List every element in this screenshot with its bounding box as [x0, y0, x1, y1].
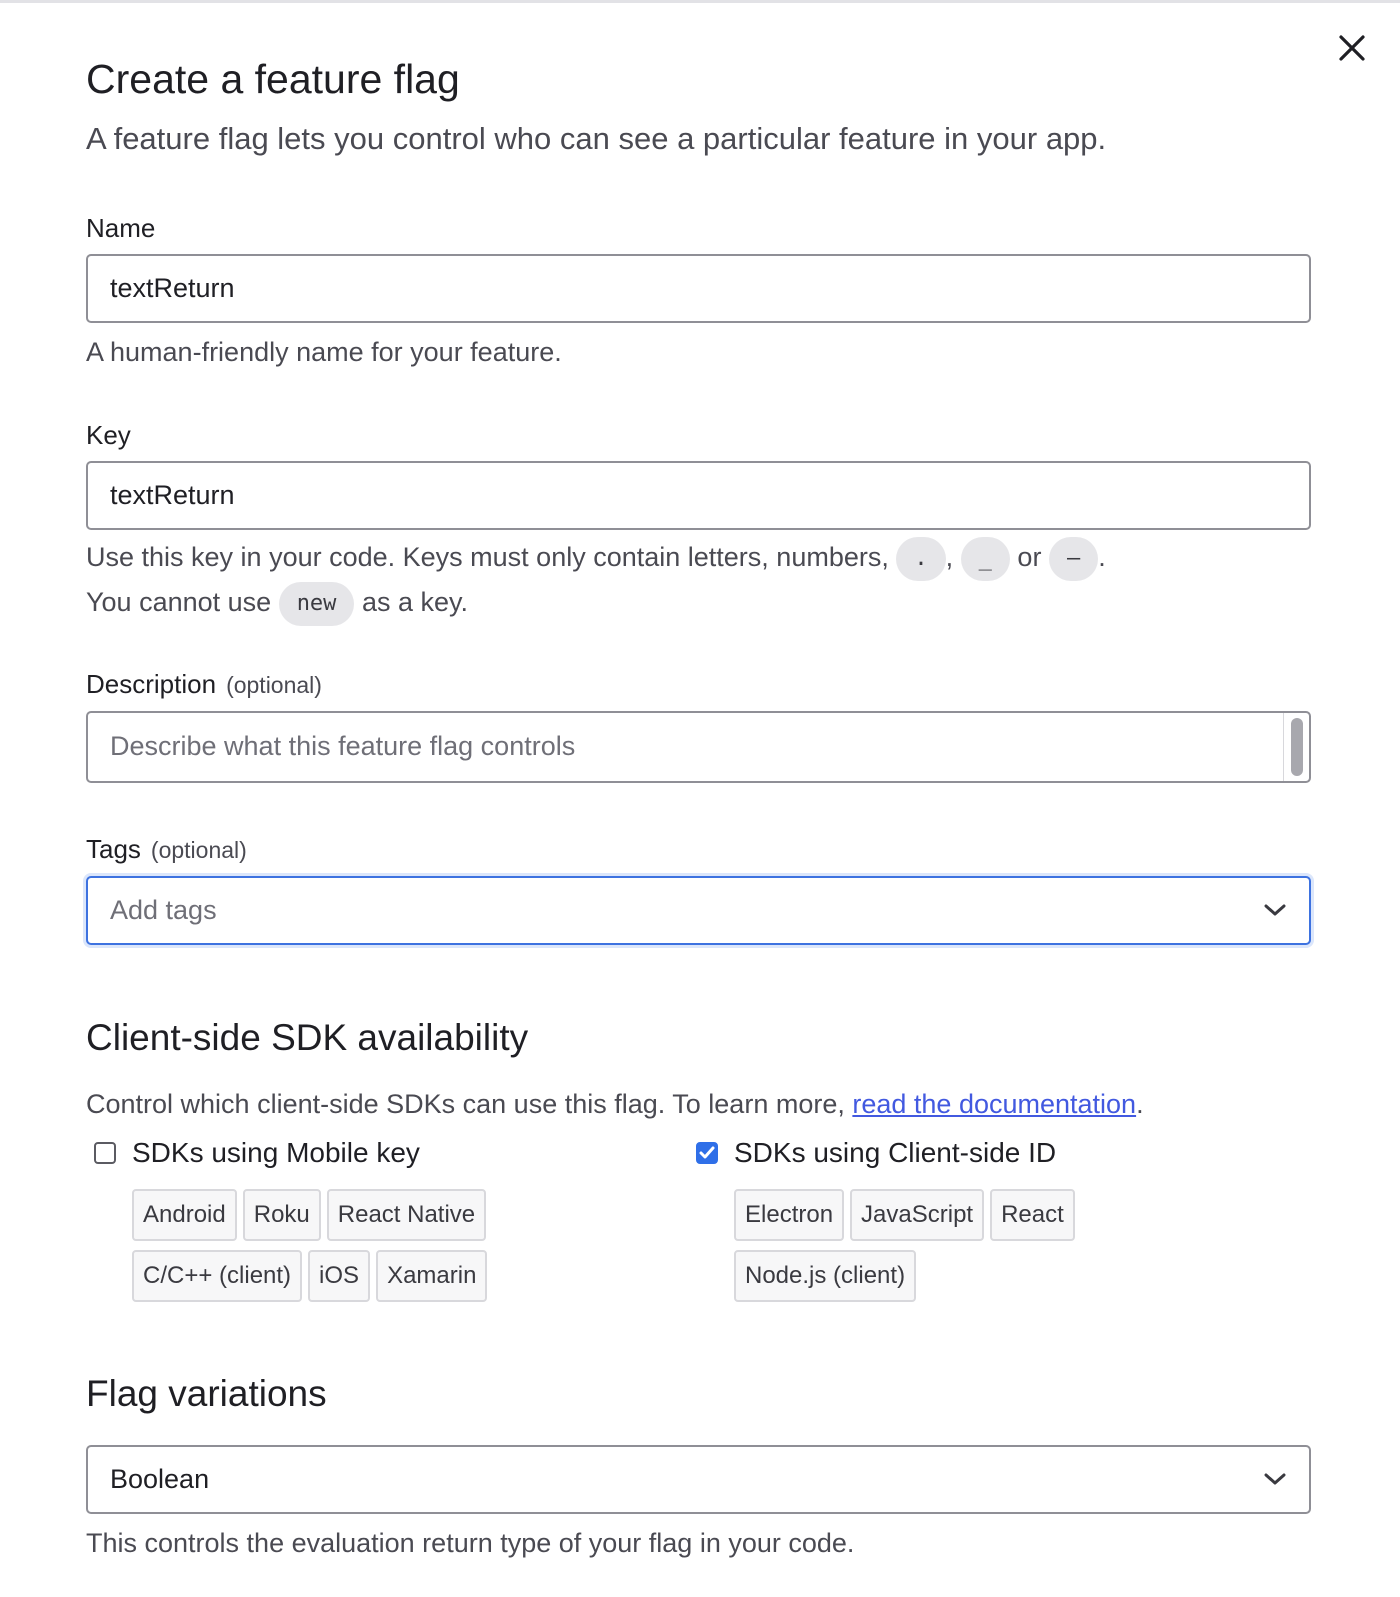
sdk-chip-react-native: React Native [326, 1188, 487, 1241]
scrollbar-thumb[interactable] [1290, 717, 1303, 776]
client-side-id-checkbox-row[interactable]: SDKs using Client-side ID [696, 1133, 1154, 1173]
sdk-chip-roku: Roku [242, 1188, 321, 1241]
separator-comma: , [945, 542, 954, 572]
description-scrollbar[interactable] [1283, 712, 1309, 781]
tags-dropdown-toggle[interactable] [1263, 902, 1287, 918]
tags-label-text: Tags [86, 833, 141, 864]
dialog-subtitle: A feature flag lets you control who can … [86, 121, 1107, 156]
char-dash-badge: – [1048, 536, 1099, 581]
char-underscore-badge: _ [960, 536, 1010, 581]
top-divider [0, 0, 1400, 3]
key-help-text-3: as a key. [361, 586, 469, 617]
checkmark-icon [699, 1146, 715, 1159]
name-input[interactable]: textReturn [86, 254, 1311, 323]
dialog-title: Create a feature flag [86, 56, 460, 102]
sdk-chip-javascript: JavaScript [850, 1188, 985, 1241]
description-label: Description (optional) [86, 666, 1311, 703]
tags-label: Tags (optional) [86, 831, 1311, 868]
sdk-chip-electron: Electron [734, 1188, 845, 1241]
key-section: Key textReturn Use this key in your code… [86, 417, 1311, 626]
sdk-options: SDKs using Mobile key Android Roku React N… [86, 1133, 1311, 1303]
close-button[interactable] [1332, 28, 1372, 68]
tags-optional: (optional) [150, 836, 247, 863]
client-side-id-group: SDKs using Client-side ID Electron JavaSc… [696, 1133, 1154, 1311]
char-dot-badge: . [896, 536, 946, 581]
sdk-heading: Client-side SDK availability [86, 1016, 529, 1058]
description-optional: (optional) [226, 671, 322, 698]
client-side-id-label: SDKs using Client-side ID [734, 1136, 1057, 1168]
sdk-help-text: Control which client-side SDKs can use t… [86, 1088, 845, 1119]
description-label-text: Description [86, 668, 217, 699]
key-input[interactable]: textReturn [86, 461, 1311, 530]
description-placeholder: Describe what this feature flag controls [110, 731, 576, 762]
sdk-section: Client-side SDK availability Control whi… [86, 1013, 1311, 1303]
variations-selected-value: Boolean [110, 1463, 210, 1494]
tags-select[interactable]: Add tags [86, 875, 1311, 945]
mobile-key-label: SDKs using Mobile key [132, 1136, 420, 1168]
close-icon [1339, 35, 1365, 61]
sdk-chip-xamarin: Xamarin [376, 1249, 488, 1302]
mobile-key-checkbox-row[interactable]: SDKs using Mobile key [94, 1133, 552, 1173]
feature-flag-form: Create a feature flag A feature flag let… [86, 50, 1311, 1564]
reserved-word-badge: new [278, 581, 355, 626]
variations-heading: Flag variations [86, 1372, 327, 1414]
sdk-help: Control which client-side SDKs can use t… [86, 1083, 1311, 1125]
chevron-down-icon [1264, 904, 1286, 916]
mobile-sdk-list: Android Roku React Native C/C++ (client) iO… [132, 1188, 552, 1311]
separator-or: or [1017, 542, 1042, 572]
sdk-chip-react: React [990, 1188, 1075, 1241]
sdk-chip-ios: iOS [308, 1249, 371, 1302]
documentation-link[interactable]: read the documentation [852, 1089, 1136, 1119]
name-help: A human-friendly name for your feature. [86, 337, 562, 367]
client-side-id-checkbox[interactable] [696, 1141, 718, 1164]
name-label: Name [86, 213, 156, 243]
name-section: Name textReturn A human-friendly name fo… [86, 210, 1311, 373]
separator-period: . [1098, 542, 1106, 572]
sdk-help-period: . [1136, 1088, 1144, 1119]
name-input-value: textReturn [110, 273, 235, 303]
key-help-line1: Use this key in your code. Keys must onl… [86, 536, 1311, 581]
variations-select[interactable]: Boolean [86, 1444, 1311, 1514]
chevron-down-icon [1264, 1473, 1286, 1485]
key-input-value: textReturn [110, 480, 235, 510]
key-help-line2: You cannot use new as a key. [86, 581, 1311, 626]
tags-section: Tags (optional) Add tags [86, 831, 1311, 945]
sdk-chip-android: Android [132, 1188, 237, 1241]
description-textarea[interactable]: Describe what this feature flag controls [86, 710, 1311, 783]
sdk-chip-nodejs-client: Node.js (client) [734, 1249, 917, 1302]
client-sdk-list: Electron JavaScript React Node.js (client) [734, 1188, 1154, 1311]
variations-section: Flag variations Boolean This controls th… [86, 1369, 1311, 1564]
key-help-text: Use this key in your code. Keys must onl… [86, 542, 889, 572]
sdk-chip-cpp-client: C/C++ (client) [132, 1249, 303, 1302]
description-section: Description (optional) Describe what this… [86, 666, 1311, 783]
mobile-key-group: SDKs using Mobile key Android Roku React N… [94, 1133, 552, 1311]
variations-help: This controls the evaluation return type… [86, 1527, 855, 1558]
key-help-text-2: You cannot use [86, 586, 272, 617]
key-label: Key [86, 420, 131, 450]
mobile-key-checkbox[interactable] [94, 1141, 116, 1164]
tags-placeholder: Add tags [110, 894, 217, 925]
variations-dropdown-toggle[interactable] [1263, 1471, 1287, 1487]
